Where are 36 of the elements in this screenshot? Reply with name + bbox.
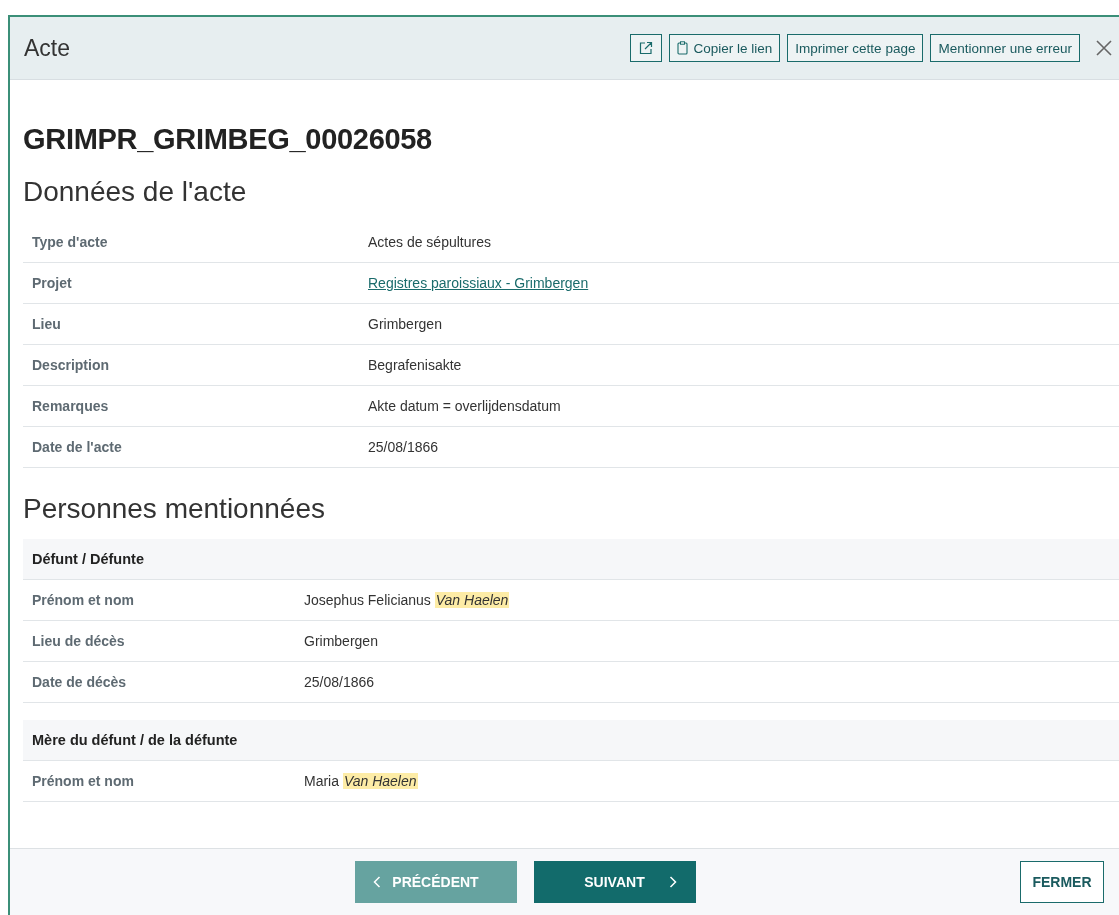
- field-label: Date de l'acte: [32, 439, 123, 455]
- close-button[interactable]: FERMER: [1020, 861, 1104, 903]
- field-label: Type d'acte: [32, 234, 109, 250]
- field-label: Prénom et nom: [32, 773, 135, 789]
- field-value: Akte datum = overlijdensdatum: [368, 398, 561, 414]
- field-value: Begrafenisakte: [368, 357, 462, 373]
- window-title: Acte: [24, 34, 71, 62]
- field-label: Lieu: [32, 316, 62, 332]
- project-link[interactable]: Registres paroissiaux - Grimbergen: [368, 275, 589, 291]
- field-label: Lieu de décès: [32, 633, 126, 649]
- chevron-left-icon: [372, 876, 381, 888]
- report-error-button[interactable]: Mentionner une erreur: [930, 34, 1080, 62]
- role-header: Défunt / Défunte: [23, 539, 1119, 580]
- clipboard-icon: [676, 41, 688, 55]
- field-value: Actes de sépultures: [368, 234, 491, 250]
- open-external-button[interactable]: [629, 34, 662, 62]
- field-value: Grimbergen: [304, 633, 378, 649]
- section-title: Données de l'acte: [23, 176, 248, 208]
- field-label: Remarques: [32, 398, 110, 414]
- record-id: GRIMPR_GRIMBEG_00026058: [23, 123, 433, 156]
- section-title: Personnes mentionnées: [23, 493, 326, 525]
- next-button[interactable]: SUIVANT: [533, 861, 696, 903]
- field-label: Projet: [32, 275, 73, 291]
- chevron-right-icon: [669, 876, 678, 888]
- print-button[interactable]: Imprimer cette page: [787, 34, 924, 62]
- field-value: Maria Van Haelen: [304, 773, 418, 789]
- field-label: Prénom et nom: [32, 592, 135, 608]
- field-value: 25/08/1866: [304, 674, 375, 690]
- copy-link-button[interactable]: Copier le lien: [668, 34, 781, 62]
- field-value: Josephus Felicianus Van Haelen: [304, 592, 510, 608]
- field-value: 25/08/1866: [368, 439, 439, 455]
- field-label: Date de décès: [32, 674, 128, 690]
- field-value: Grimbergen: [368, 316, 442, 332]
- field-label: Description: [32, 357, 110, 373]
- role-header: Mère du défunt / de la défunte: [23, 720, 1119, 761]
- external-link-icon: [638, 41, 653, 55]
